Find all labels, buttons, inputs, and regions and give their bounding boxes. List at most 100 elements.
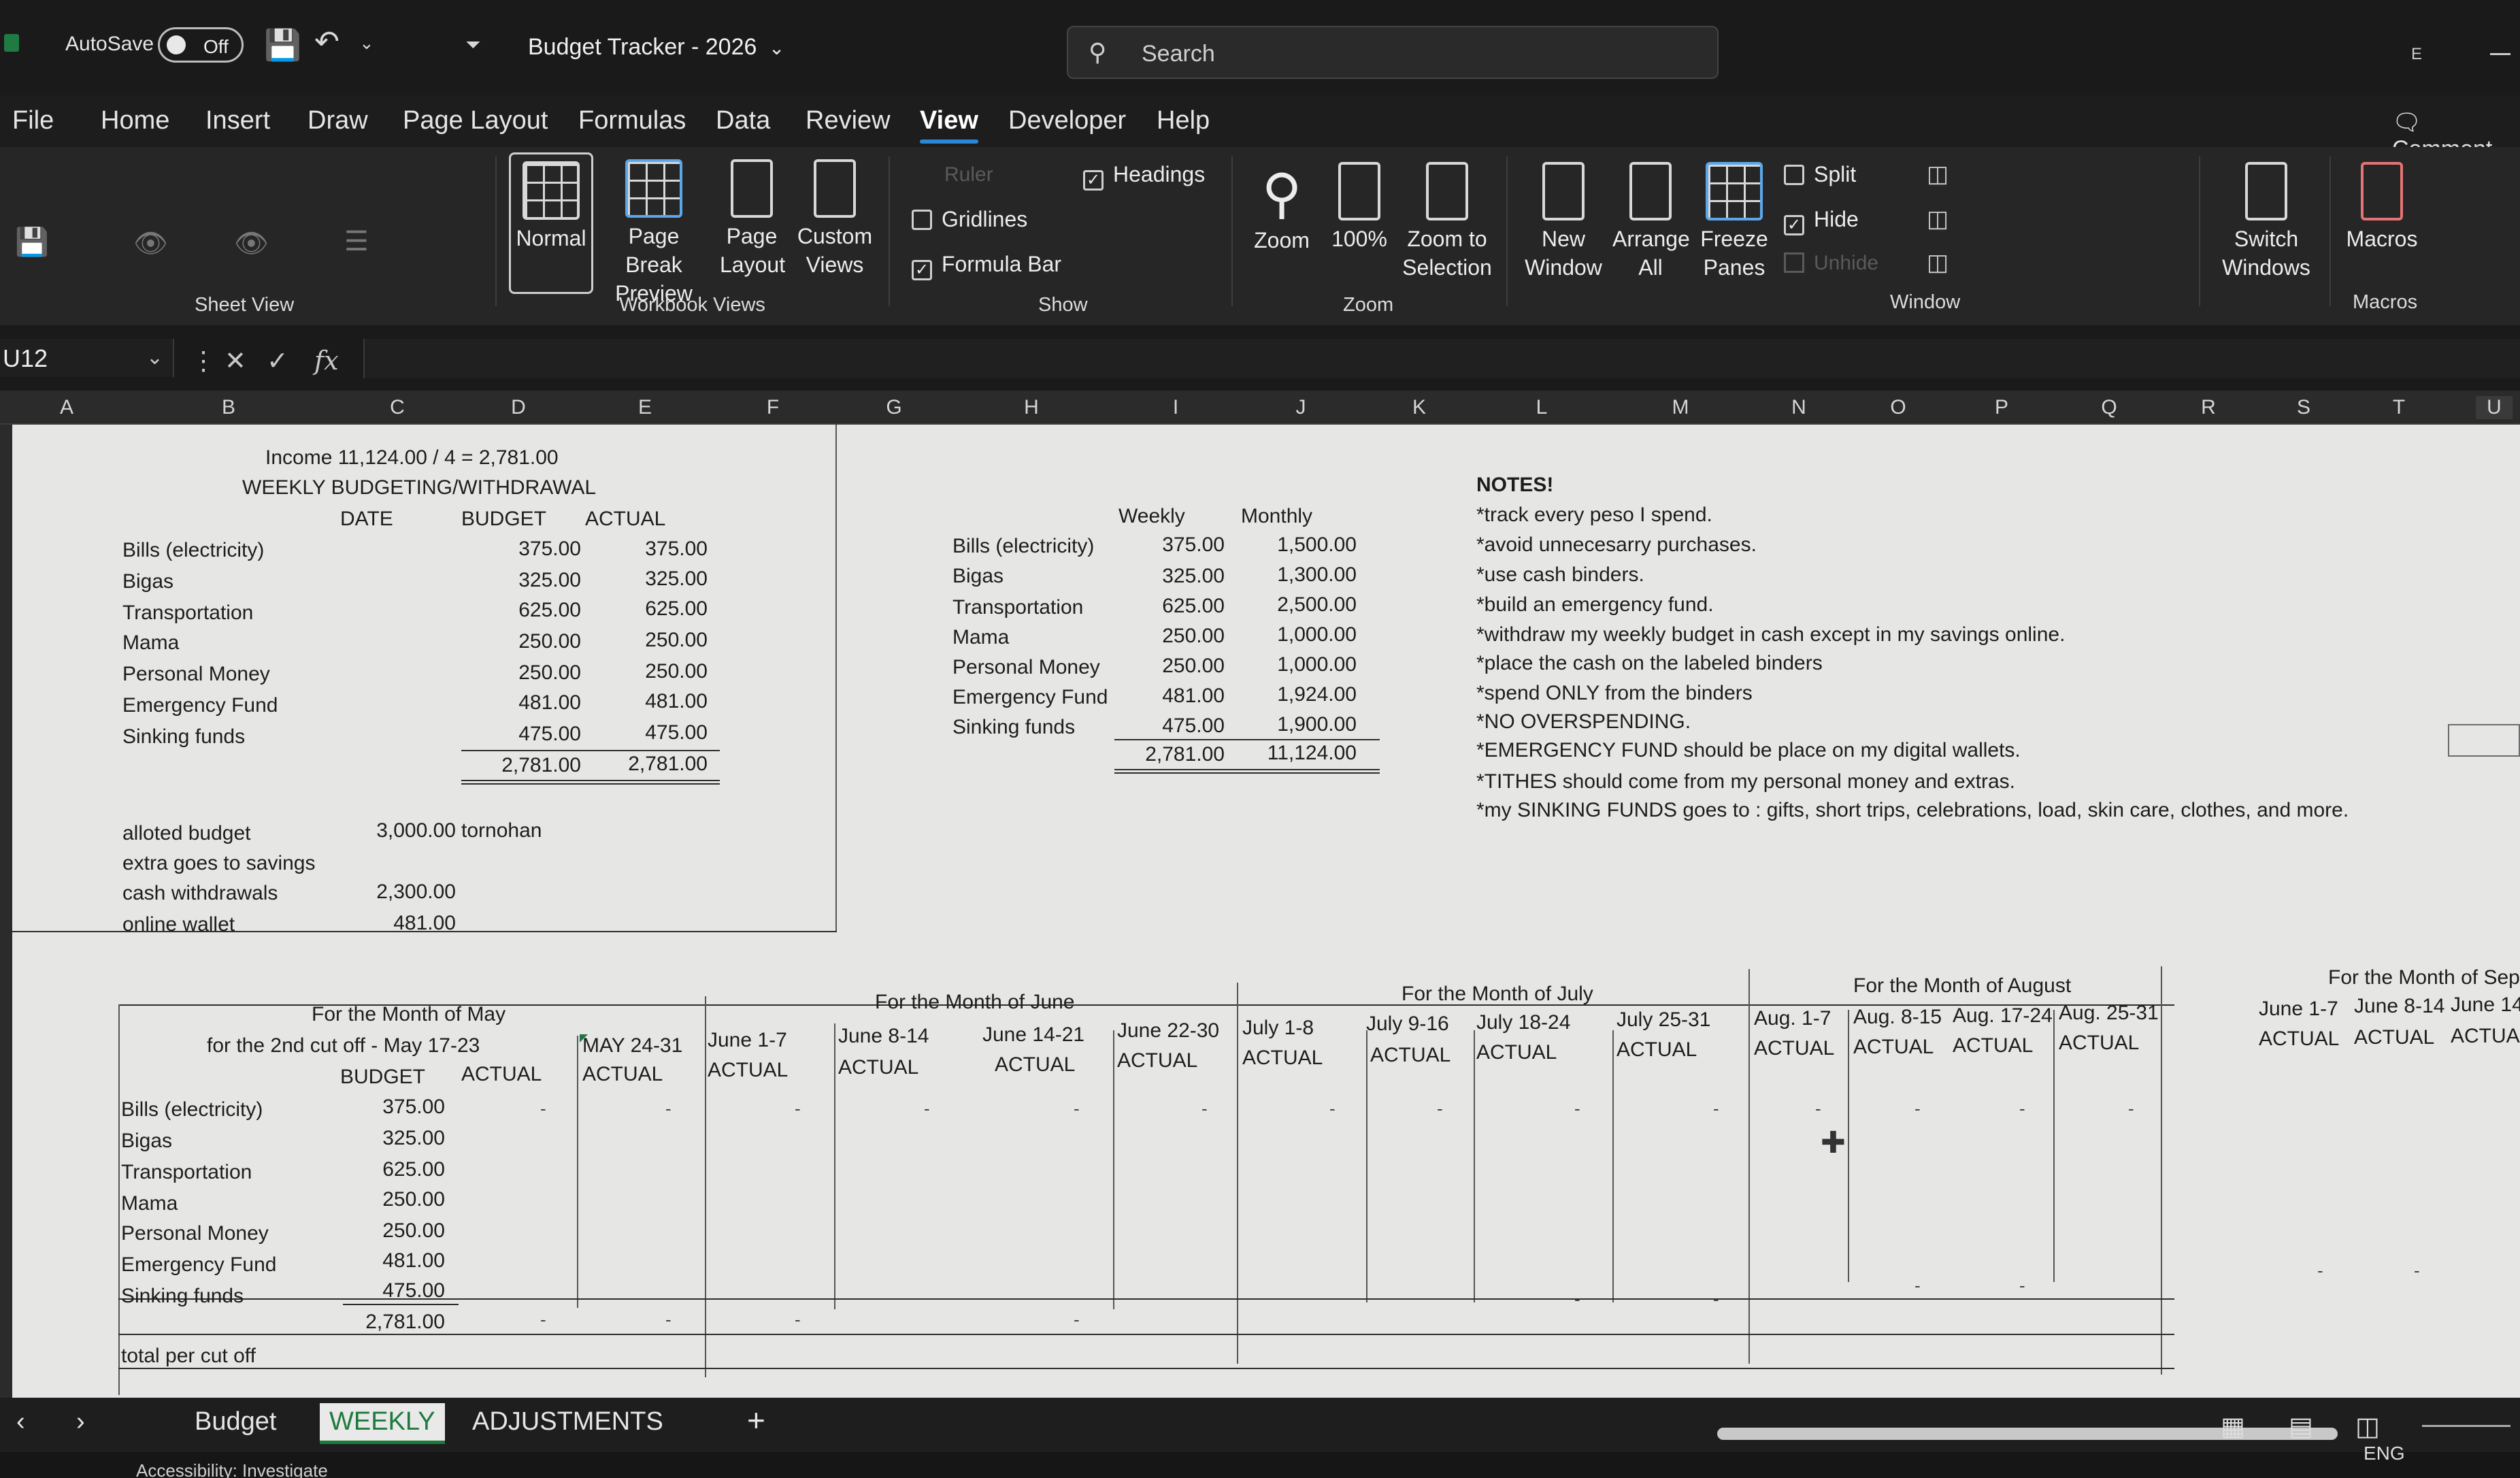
notes-title[interactable]: NOTES! [1476,474,1553,497]
save-icon[interactable]: 💾 [264,27,301,63]
period-header[interactable]: July 1-8 [1242,1017,1314,1040]
cash-value[interactable]: 2,300.00 [336,881,456,904]
empty-cell[interactable]: - [665,1309,672,1330]
empty-cell[interactable]: - [1914,1275,1921,1296]
synchronous-scrolling-icon[interactable]: ◫ [1927,206,1949,233]
row-label[interactable]: Personal Money [121,1222,269,1245]
period-header[interactable]: June 14-21 [982,1023,1084,1047]
budget-value[interactable]: 375.00 [346,1096,445,1119]
budget-value[interactable]: 250.00 [346,1219,445,1243]
tab-draw[interactable]: Draw [308,106,368,135]
monthly-value[interactable]: 1,300.00 [1241,563,1357,587]
tab-prev-icon[interactable]: ‹ [16,1407,25,1436]
budget-value[interactable]: 250.00 [346,1188,445,1211]
page-break-preview-button[interactable]: Page Break Preview [597,159,710,308]
period-actual[interactable]: ACTUAL [2259,1028,2339,1051]
insert-function-icon[interactable]: fx [314,346,339,376]
page-layout-status-icon[interactable]: ▤ [2289,1411,2313,1442]
row-label[interactable]: Bills (electricity) [121,1098,263,1121]
column-header[interactable]: O [1890,396,1906,419]
empty-cell[interactable]: - [2414,1260,2420,1281]
period-header[interactable]: MAY 24-31 [582,1034,682,1057]
column-header[interactable]: B [222,396,235,419]
split-button[interactable]: Split [1784,162,1856,187]
hide-button[interactable]: ✓ Hide [1784,207,1859,235]
note-item[interactable]: *use cash binders. [1476,563,1644,587]
reset-window-position-icon[interactable]: ◫ [1927,249,1949,276]
enter-icon[interactable]: ✓ [267,346,288,376]
formula-input[interactable] [363,339,2520,378]
column-header[interactable]: S [2297,396,2310,419]
empty-cell[interactable]: - [665,1098,672,1119]
zoom-100-button[interactable]: 100% [1325,162,1393,253]
row-label[interactable]: Emergency Fund [122,694,278,717]
document-title[interactable]: Budget Tracker - 2026 ⌄ [528,34,784,61]
note-item[interactable]: *EMERGENCY FUND should be place on my di… [1476,739,2021,762]
column-header[interactable]: M [1672,396,1689,419]
unhide-button[interactable]: Unhide [1784,252,1878,275]
online-label[interactable]: online wallet [122,913,235,936]
row-label[interactable]: Bills (electricity) [122,539,264,562]
empty-cell[interactable]: - [1914,1098,1921,1119]
period-actual[interactable]: ACTUAL [838,1056,918,1079]
sheet-tab-budget[interactable]: Budget [195,1407,276,1436]
budget-value[interactable]: 325.00 [488,569,581,592]
note-item[interactable]: *withdraw my weekly budget in cash excep… [1476,623,2065,646]
normal-view-button[interactable]: Normal [509,152,593,294]
column-header[interactable]: C [390,396,405,419]
budget-value[interactable]: 325.00 [346,1127,445,1150]
income-line[interactable]: Income 11,124.00 / 4 = 2,781.00 [265,446,559,470]
sheet-tab-adjustments[interactable]: ADJUSTMENTS [472,1407,663,1436]
empty-cell[interactable]: - [2317,1260,2323,1281]
selected-cell-u12[interactable] [2448,724,2520,757]
tab-home[interactable]: Home [101,106,169,135]
weekly-value[interactable]: 481.00 [1125,685,1225,708]
undo-dropdown-icon[interactable]: ⌄ [359,33,374,54]
empty-cell[interactable]: - [1329,1098,1336,1119]
zoom-slider[interactable] [2422,1425,2510,1427]
period-header[interactable]: June 8-14 [2354,995,2444,1018]
actual-value[interactable]: 375.00 [615,538,708,561]
total-budget[interactable]: 2,781.00 [332,1311,445,1334]
actual-value[interactable]: 481.00 [615,690,708,713]
total-weekly[interactable]: 2,781.00 [1109,743,1225,766]
column-header[interactable]: P [1995,396,2008,419]
page-break-status-icon[interactable]: ◫ [2355,1411,2380,1442]
monthly-value[interactable]: 1,924.00 [1241,683,1357,706]
column-header[interactable]: E [638,396,652,419]
budget-value[interactable]: 481.00 [488,691,581,715]
customize-toolbar-icon[interactable]: ⏷ [465,34,480,56]
tab-next-icon[interactable]: › [76,1407,85,1436]
col-budget[interactable]: BUDGET [340,1066,425,1089]
period-actual[interactable]: ACTUAL [2059,1032,2139,1055]
total-label[interactable]: total per cut off [121,1345,256,1368]
period-actual[interactable]: ACTUAL [2354,1026,2434,1049]
column-header[interactable]: R [2201,396,2216,419]
column-header[interactable]: K [1412,396,1426,419]
row-label[interactable]: Personal Money [952,656,1100,679]
empty-cell[interactable]: - [1201,1098,1208,1119]
alloted-label[interactable]: alloted budget [122,822,251,845]
minimize-icon[interactable] [2490,53,2510,55]
actual-value[interactable]: 625.00 [615,597,708,621]
row-label[interactable]: Bigas [122,570,173,593]
empty-cell[interactable]: - [2019,1275,2025,1296]
total-actual[interactable]: 2,781.00 [601,753,708,776]
period-header[interactable]: June 22-30 [1117,1019,1219,1042]
column-header[interactable]: D [511,396,526,419]
budget-value[interactable]: 475.00 [488,723,581,746]
empty-cell[interactable]: - [1437,1098,1443,1119]
period-actual[interactable]: ACTUAL [1242,1047,1323,1070]
period-header[interactable]: June 1-7 [708,1029,787,1052]
worksheet-grid[interactable]: Income 11,124.00 / 4 = 2,781.00 WEEKLY B… [12,425,2520,1398]
note-item[interactable]: *TITHES should come from my personal mon… [1476,770,2015,793]
column-header[interactable]: H [1024,396,1039,419]
row-label[interactable]: Transportation [121,1161,252,1184]
row-label[interactable]: Personal Money [122,663,270,686]
tab-developer[interactable]: Developer [1008,106,1126,135]
budget-value[interactable]: 625.00 [488,599,581,622]
name-box[interactable]: U12 ⌄ [0,339,174,377]
period-header[interactable]: June 8-14 [838,1025,929,1048]
cash-label[interactable]: cash withdrawals [122,882,278,905]
more-options-icon[interactable]: ⋮ [190,346,216,376]
